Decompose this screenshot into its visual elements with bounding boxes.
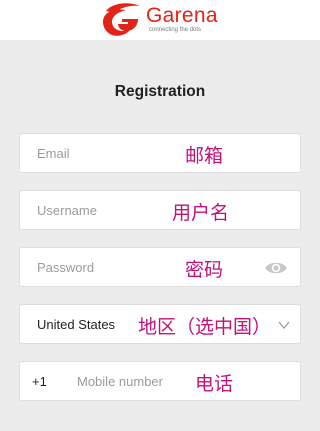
email-field[interactable]: Email 邮箱 xyxy=(19,133,301,173)
username-annotation: 用户名 xyxy=(172,203,230,224)
email-placeholder: Email xyxy=(37,146,70,161)
mobile-number-placeholder: Mobile number xyxy=(77,374,163,389)
username-field[interactable]: Username 用户名 xyxy=(19,190,301,230)
email-annotation: 邮箱 xyxy=(185,146,224,167)
password-annotation: 密码 xyxy=(185,260,224,281)
brand-tagline: connecting the dots xyxy=(149,27,202,33)
phone-field[interactable]: +1 Mobile number 电话 xyxy=(19,361,301,401)
eye-icon[interactable] xyxy=(264,260,288,276)
username-placeholder: Username xyxy=(37,203,97,218)
brand-name: Garena xyxy=(146,4,218,27)
phone-annotation: 电话 xyxy=(195,374,234,395)
region-annotation: 地区（选中国） xyxy=(138,317,272,338)
password-field[interactable]: Password 密码 xyxy=(19,247,301,287)
page-title: Registration xyxy=(114,83,206,100)
chevron-down-icon[interactable] xyxy=(278,319,290,331)
country-code[interactable]: +1 xyxy=(32,374,47,389)
top-bar: Garena connecting the dots xyxy=(0,0,320,40)
region-select[interactable]: United States 地区（选中国） xyxy=(19,304,301,344)
password-placeholder: Password xyxy=(37,260,95,275)
region-value: United States xyxy=(37,317,116,332)
